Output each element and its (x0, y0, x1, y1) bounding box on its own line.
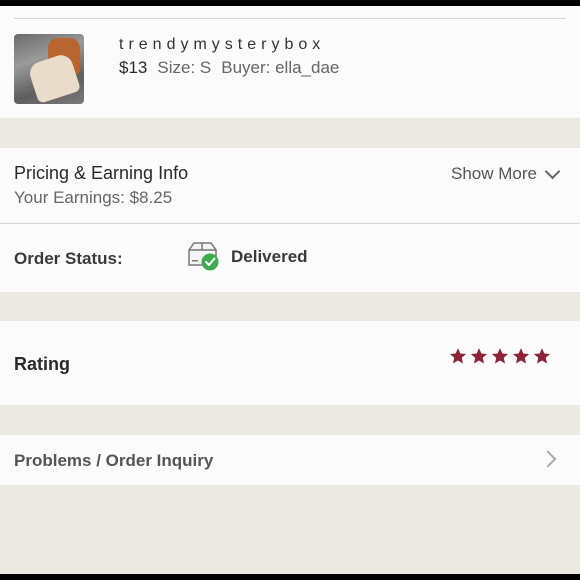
buyer-name[interactable]: Buyer: ella_dae (221, 58, 339, 77)
pricing-title: Pricing & Earning Info (14, 163, 189, 183)
shop-name[interactable]: trendymysterybox (119, 36, 325, 54)
show-more-label: Show More (451, 164, 537, 183)
order-status-label: Order Status: (14, 249, 123, 268)
pricing-panel: Pricing & Earning Info Your Earnings: $8… (0, 148, 580, 223)
order-status-panel: Order Status: Delivered (0, 224, 580, 292)
star-icon (533, 348, 551, 364)
problems-label: Problems / Order Inquiry (14, 451, 214, 470)
box-delivered-icon (188, 242, 219, 271)
star-icon (470, 348, 488, 364)
order-item-panel: trendymysterybox $13 Size: S Buyer: ella_d… (0, 6, 580, 118)
chevron-down-icon (544, 163, 561, 179)
item-price: $13 (119, 58, 148, 77)
product-thumbnail[interactable] (14, 34, 84, 104)
star-icon (512, 348, 530, 364)
item-info-row: $13 Size: S Buyer: ella_dae (119, 58, 339, 78)
star-icon (449, 348, 467, 364)
earnings-text: Your Earnings: $8.25 (14, 188, 173, 207)
rating-label: Rating (14, 354, 70, 374)
order-status-value: Delivered (231, 247, 308, 266)
chevron-right-icon (539, 450, 557, 468)
rating-panel: Rating (0, 321, 580, 405)
problems-order-inquiry-row[interactable]: Problems / Order Inquiry (0, 435, 580, 485)
divider (14, 18, 566, 19)
star-rating (449, 347, 551, 365)
star-icon (491, 348, 509, 364)
bottom-edge-bar (0, 574, 580, 580)
show-more-button[interactable]: Show More (451, 163, 561, 184)
item-size: Size: S (157, 58, 212, 77)
